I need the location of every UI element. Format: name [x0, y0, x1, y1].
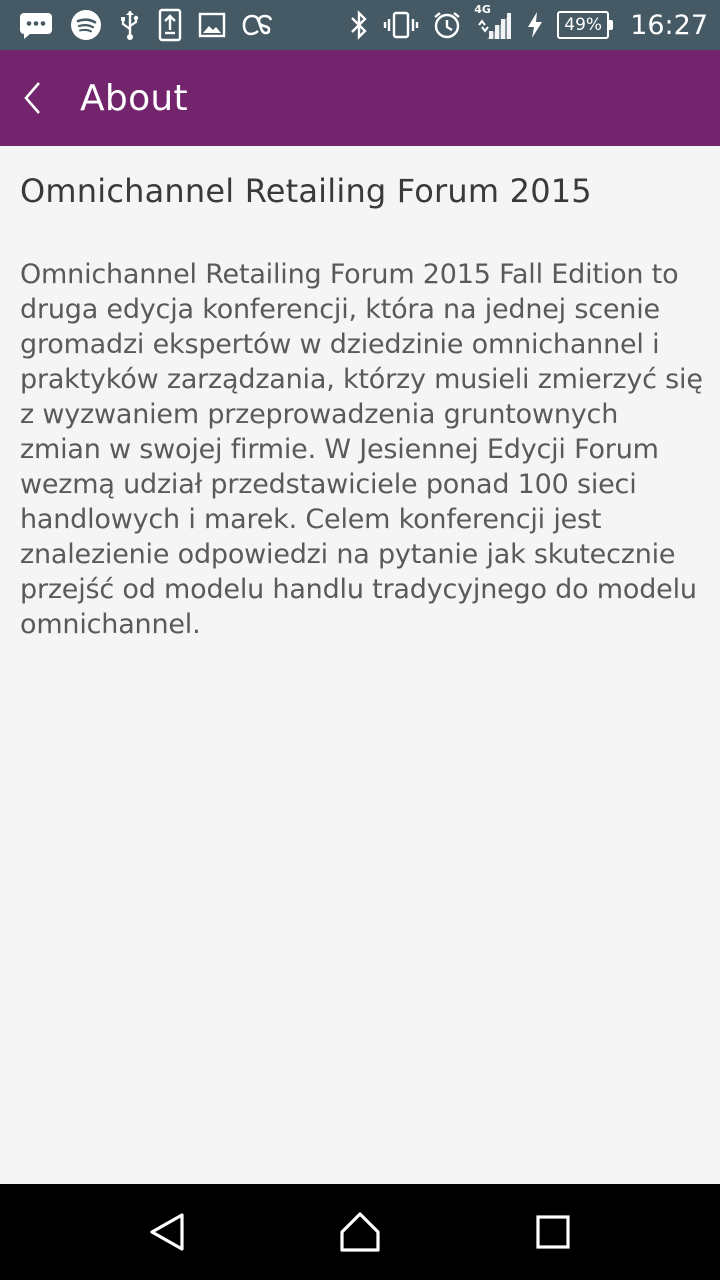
lastfm-icon	[242, 13, 282, 37]
bluetooth-icon	[348, 9, 370, 41]
app-bar: About	[0, 50, 720, 146]
messages-icon	[18, 11, 54, 39]
charging-icon	[526, 11, 544, 39]
alarm-icon	[432, 10, 462, 40]
signal-icon: 4G	[474, 3, 513, 41]
nav-home-button[interactable]	[320, 1192, 400, 1272]
spotify-icon	[70, 9, 102, 41]
status-bar: 4G 49% 16:27	[0, 0, 720, 50]
about-content: Omnichannel Retailing Forum 2015 Omnicha…	[0, 146, 720, 1184]
home-nav-icon	[338, 1211, 382, 1253]
gallery-icon	[198, 11, 226, 39]
battery-tip	[609, 20, 614, 30]
back-nav-icon	[147, 1211, 187, 1253]
network-type-label: 4G	[474, 3, 491, 16]
back-button[interactable]	[0, 50, 66, 146]
chevron-left-icon	[23, 81, 43, 115]
navigation-bar	[0, 1184, 720, 1280]
notification-icons	[18, 8, 282, 42]
recents-nav-icon	[535, 1214, 571, 1250]
system-icons: 4G 49% 16:27	[348, 3, 708, 41]
battery-level: 49%	[557, 11, 610, 39]
usb-icon	[118, 9, 142, 41]
page-title: About	[80, 77, 188, 119]
nav-back-button[interactable]	[127, 1192, 207, 1272]
clock: 16:27	[630, 9, 708, 41]
battery-indicator: 49%	[557, 11, 614, 39]
event-heading: Omnichannel Retailing Forum 2015	[20, 172, 592, 210]
event-description: Omnichannel Retailing Forum 2015 Fall Ed…	[20, 259, 703, 640]
upload-icon	[158, 8, 182, 42]
nav-recents-button[interactable]	[513, 1192, 593, 1272]
vibrate-icon	[383, 11, 419, 39]
